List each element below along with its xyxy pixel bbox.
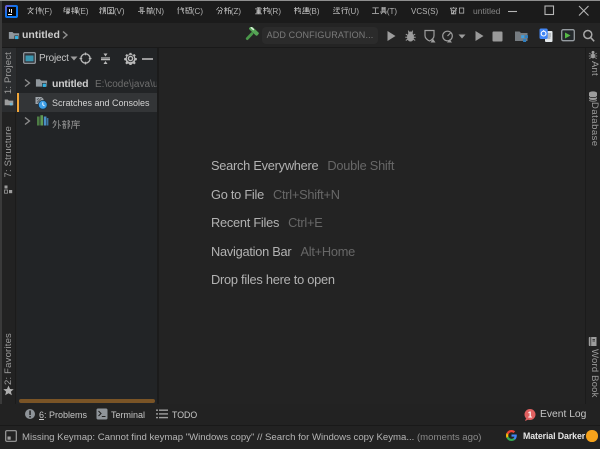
svg-text:1: 1 <box>528 410 533 419</box>
